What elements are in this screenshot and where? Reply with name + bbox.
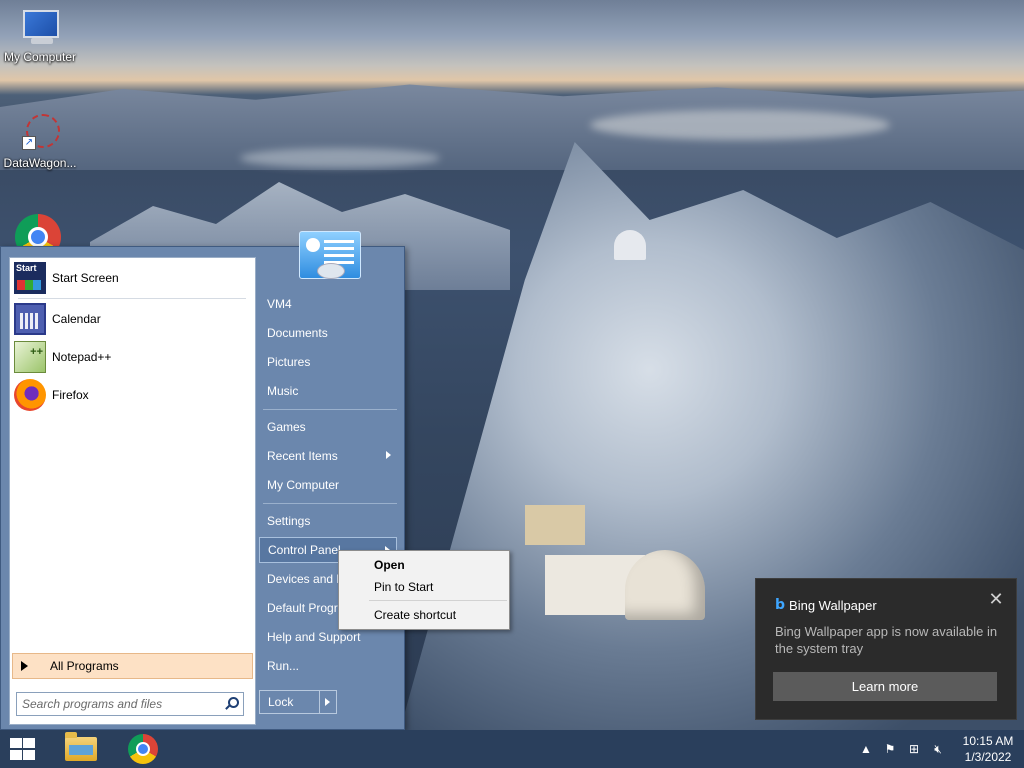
wallpaper-fog bbox=[590, 110, 890, 140]
lock-button-label: Lock bbox=[268, 695, 294, 709]
right-link-recent-items[interactable]: Recent Items bbox=[259, 443, 397, 469]
search-box bbox=[16, 692, 244, 716]
user-picture[interactable] bbox=[299, 231, 361, 279]
desktop-icon-datawagon[interactable]: ↗ DataWagon... bbox=[0, 114, 80, 170]
context-menu-label: Open bbox=[374, 558, 405, 572]
bing-logo-icon: b bbox=[775, 597, 786, 613]
search-icon[interactable] bbox=[224, 697, 239, 711]
right-link-label: Control Panel bbox=[268, 543, 341, 557]
network-icon[interactable]: ⊞ bbox=[905, 740, 923, 758]
start-menu: Start Start Screen Calendar Notepad++ Fi… bbox=[0, 231, 405, 730]
start-button[interactable] bbox=[8, 737, 38, 761]
context-menu-label: Create shortcut bbox=[374, 608, 457, 622]
taskbar-file-explorer[interactable] bbox=[59, 732, 103, 766]
context-menu-label: Pin to Start bbox=[374, 580, 434, 594]
right-link-pictures[interactable]: Pictures bbox=[259, 349, 397, 375]
expand-arrow-icon bbox=[21, 661, 28, 671]
submenu-arrow-icon bbox=[386, 451, 391, 459]
notification-toast[interactable]: b Bing Wallpaper ✕ Bing Wallpaper app is… bbox=[755, 578, 1017, 720]
right-link-music[interactable]: Music bbox=[259, 378, 397, 404]
right-link-games[interactable]: Games bbox=[259, 414, 397, 440]
pinned-item-start-screen[interactable]: Start Start Screen bbox=[14, 261, 250, 295]
start-menu-programs-pane: Start Start Screen Calendar Notepad++ Fi… bbox=[9, 257, 256, 725]
separator bbox=[263, 503, 397, 504]
windows-logo-icon bbox=[8, 737, 36, 761]
right-link-run[interactable]: Run... bbox=[259, 653, 397, 679]
chevron-up-icon[interactable]: ▲ bbox=[857, 740, 875, 758]
action-center-flag-icon[interactable]: ⚑ bbox=[881, 740, 899, 758]
right-link-label: Music bbox=[267, 384, 299, 398]
right-link-label: Help and Support bbox=[267, 630, 361, 644]
right-link-label: Settings bbox=[267, 514, 311, 528]
right-link-label: Documents bbox=[267, 326, 328, 340]
all-programs-label: All Programs bbox=[50, 659, 119, 673]
system-tray: ▲ ⚑ ⊞ 🔇︎ 10:15 AM 1/3/2022 bbox=[854, 730, 1024, 768]
toast-title: b Bing Wallpaper bbox=[775, 597, 877, 613]
taskbar: ▲ ⚑ ⊞ 🔇︎ 10:15 AM 1/3/2022 bbox=[0, 730, 1024, 768]
desktop-icon-my-computer[interactable]: My Computer bbox=[0, 8, 80, 64]
all-programs-button[interactable]: All Programs bbox=[12, 653, 253, 679]
toast-message: Bing Wallpaper app is now available in t… bbox=[775, 624, 998, 656]
right-link-label: VM4 bbox=[267, 297, 292, 311]
clock[interactable]: 10:15 AM 1/3/2022 bbox=[956, 733, 1020, 765]
wallpaper-observatory bbox=[495, 495, 705, 645]
right-link-label: Games bbox=[267, 420, 306, 434]
start-screen-icon: Start bbox=[14, 262, 46, 294]
calendar-icon bbox=[14, 303, 46, 335]
lock-button[interactable]: Lock bbox=[259, 690, 337, 714]
pinned-item-label: Firefox bbox=[52, 388, 89, 402]
taskbar-chrome[interactable] bbox=[121, 732, 165, 766]
right-link-label: Default Progra bbox=[267, 601, 345, 615]
context-menu-pin-to-start[interactable]: Pin to Start bbox=[340, 576, 508, 598]
my-computer-icon bbox=[19, 8, 61, 48]
right-link-label: Recent Items bbox=[267, 449, 338, 463]
pinned-item-firefox[interactable]: Firefox bbox=[14, 378, 250, 412]
separator bbox=[263, 409, 397, 410]
notepad-plus-plus-icon bbox=[14, 341, 46, 373]
user-picture-base bbox=[317, 263, 345, 279]
right-link-documents[interactable]: Documents bbox=[259, 320, 397, 346]
pinned-item-calendar[interactable]: Calendar bbox=[14, 302, 250, 336]
context-menu: Open Pin to Start Create shortcut bbox=[338, 550, 510, 630]
datawagon-shortcut-icon: ↗ bbox=[20, 114, 60, 154]
context-menu-open[interactable]: Open bbox=[340, 554, 508, 576]
desktop-icon-label: DataWagon... bbox=[3, 156, 77, 170]
right-link-label: Run... bbox=[267, 659, 300, 673]
separator bbox=[18, 298, 246, 299]
wallpaper-observatory-dome bbox=[614, 230, 646, 260]
right-link-vm4[interactable]: VM4 bbox=[259, 291, 397, 317]
desktop-icon-label: My Computer bbox=[3, 50, 77, 64]
pinned-item-label: Start Screen bbox=[52, 271, 119, 285]
firefox-icon bbox=[14, 379, 46, 411]
pinned-item-notepad-plus-plus[interactable]: Notepad++ bbox=[14, 340, 250, 374]
wallpaper-fog bbox=[240, 148, 440, 168]
right-link-label: Pictures bbox=[267, 355, 311, 369]
separator bbox=[369, 600, 507, 601]
shutdown-options-arrow[interactable] bbox=[319, 691, 336, 713]
close-icon[interactable]: ✕ bbox=[988, 590, 1004, 608]
right-link-label: My Computer bbox=[267, 478, 340, 492]
toast-app-name: Bing Wallpaper bbox=[789, 597, 877, 613]
right-link-my-computer[interactable]: My Computer bbox=[259, 472, 397, 498]
pinned-item-label: Calendar bbox=[52, 312, 101, 326]
file-explorer-icon bbox=[65, 732, 97, 761]
pinned-item-label: Notepad++ bbox=[52, 350, 112, 364]
learn-more-button[interactable]: Learn more bbox=[773, 672, 997, 701]
chrome-icon bbox=[128, 734, 158, 764]
volume-muted-icon[interactable]: 🔇︎ bbox=[929, 740, 947, 758]
right-link-settings[interactable]: Settings bbox=[259, 508, 397, 534]
search-input[interactable] bbox=[17, 696, 224, 712]
context-menu-create-shortcut[interactable]: Create shortcut bbox=[340, 604, 508, 626]
right-link-label: Devices and P bbox=[267, 572, 345, 586]
clock-date: 1/3/2022 bbox=[964, 750, 1012, 764]
clock-time: 10:15 AM bbox=[962, 734, 1014, 748]
